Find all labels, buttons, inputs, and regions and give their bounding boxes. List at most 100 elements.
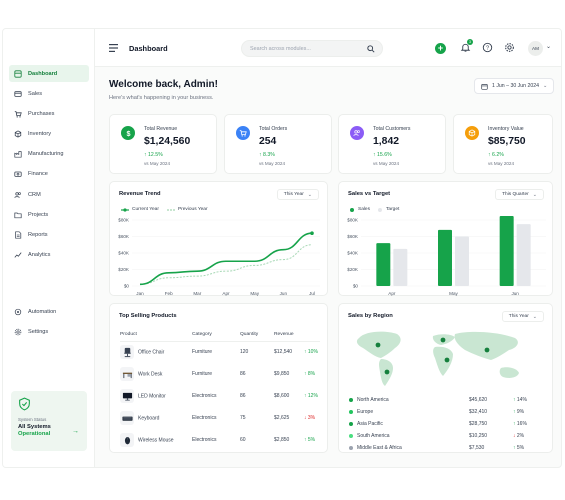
table-row[interactable]: Work Desk Furniture 86 $9,850 ↑ 8% <box>120 363 320 385</box>
x-tick-label: Jun <box>280 291 288 296</box>
app-window: Dashboard Sales Purchases Inventory Manufact… <box>2 28 562 468</box>
region-change-cell: ↑ 14% <box>513 394 545 406</box>
bar-target[interactable] <box>455 236 469 287</box>
region-change: 14% <box>516 397 527 403</box>
bar-sales[interactable] <box>438 229 452 286</box>
region-name: South America <box>357 433 390 439</box>
product-name: Wireless Mouse <box>138 437 174 444</box>
arrow-up-icon: ↑ <box>513 421 516 427</box>
region-name: Asia Pacific <box>357 421 383 427</box>
arrow-right-icon[interactable]: → <box>72 428 79 435</box>
chevron-down-icon[interactable]: ⌄ <box>546 43 551 50</box>
top-products-title: Top Selling Products <box>119 313 177 319</box>
notification-badge: 3 <box>467 39 473 45</box>
sidebar-item-sales[interactable]: Sales <box>9 85 89 102</box>
cart-icon <box>236 126 250 140</box>
table-row[interactable]: Office Chair Furniture 120 $12,540 ↑ 10% <box>120 341 320 363</box>
kpi-card-total-customers[interactable]: Total Customers 1,842 ↑ 15.6% vs May 202… <box>338 114 446 174</box>
bar-target[interactable] <box>393 248 408 286</box>
region-change: 2% <box>516 433 525 439</box>
date-range-picker[interactable]: 1 Jun – 30 Jun 2024 ⌄ <box>474 78 554 94</box>
x-tick-label: Feb <box>165 291 173 296</box>
data-point[interactable] <box>310 231 314 235</box>
sidebar-item-label: CRM <box>28 191 41 198</box>
list-item[interactable]: South America $10,250 ↓ 2% <box>349 430 545 442</box>
sidebar-item-projects[interactable]: Projects <box>9 206 89 223</box>
sidebar-item-analytics[interactable]: Analytics <box>9 247 89 264</box>
region-value: $32,410 <box>469 409 488 415</box>
kpi-card-inventory-value[interactable]: Inventory Value $85,750 ↑ 6.2% vs May 20… <box>453 114 553 174</box>
kpi-card-total-revenue[interactable]: $ Total Revenue $1,24,560 ↑ 12.5% vs May… <box>109 114 217 174</box>
sidebar-item-manufacturing[interactable]: Manufacturing <box>9 146 89 163</box>
desk-icon <box>120 367 134 381</box>
system-status-card[interactable]: System Status All Systems Operational → <box>11 391 87 451</box>
add-new-button[interactable]: + <box>435 43 446 54</box>
sidebar-item-crm[interactable]: CRM <box>9 186 89 203</box>
report-icon <box>15 231 22 239</box>
dashboard-icon <box>14 69 22 78</box>
sales-region-title: Sales by Region <box>348 313 393 319</box>
sidebar-item-reports[interactable]: Reports <box>9 227 89 244</box>
kpi-card-total-orders[interactable]: Total Orders 254 ↑ 8.3% vs May 2024 <box>224 114 332 174</box>
gear-icon[interactable] <box>504 42 515 53</box>
kpi-compare: vs May 2024 <box>373 161 400 166</box>
revenue-cell: $9,850 ↑ 8% <box>274 363 320 385</box>
kpi-change-value: 8.3% <box>263 152 275 158</box>
region-filter-label: This Year <box>508 314 529 319</box>
x-tick-label: Mar <box>193 291 201 296</box>
region-value: $45,620 <box>469 397 488 403</box>
hamburger-menu-icon[interactable] <box>109 44 118 52</box>
list-item[interactable]: Middle East & Africa $7,530 ↑ 5% <box>349 442 545 454</box>
list-item[interactable]: North America $45,620 ↑ 14% <box>349 394 545 406</box>
bar-target[interactable] <box>516 224 531 286</box>
bar-sales[interactable] <box>499 216 514 286</box>
category-cell: Electronics <box>192 437 217 443</box>
region-cell: Asia Pacific <box>349 418 469 430</box>
sidebar-item-dashboard[interactable]: Dashboard <box>9 65 89 82</box>
world-map <box>356 331 519 386</box>
quantity-cell: 86 <box>240 393 246 399</box>
table-row[interactable]: LED Monitor Electronics 86 $8,600 ↑ 12% <box>120 385 320 407</box>
kpi-compare: vs May 2024 <box>488 161 515 166</box>
svg-text:$: $ <box>126 129 130 138</box>
search-icon[interactable] <box>367 45 375 53</box>
region-change-cell: ↑ 5% <box>513 442 545 454</box>
region-change: 9% <box>516 409 525 415</box>
product-name: Work Desk <box>138 371 163 378</box>
revenue-value: $8,600 <box>274 393 290 399</box>
avatar[interactable]: AM <box>528 41 543 56</box>
list-item[interactable]: Asia Pacific $28,750 ↑ 16% <box>349 418 545 430</box>
region-dot <box>349 409 353 414</box>
table-row[interactable]: Keyboard Electronics 75 $2,625 ↓ 3% <box>120 407 320 429</box>
table-row[interactable]: Wireless Mouse Electronics 60 $2,850 ↑ 5% <box>120 429 320 451</box>
search-input[interactable]: Search across modules... <box>241 40 383 57</box>
system-status-title: All Systems <box>18 424 51 430</box>
dollar-icon: $ <box>121 126 135 140</box>
quantity-cell: 75 <box>240 415 246 421</box>
revenue-cell: $8,600 ↑ 12% <box>274 385 320 407</box>
product-name: Keyboard <box>138 415 160 422</box>
arrow-up-icon: ↑ <box>513 409 516 415</box>
sidebar-item-inventory[interactable]: Inventory <box>9 126 89 143</box>
sidebar-item-settings[interactable]: Settings <box>9 323 89 340</box>
bar-sales[interactable] <box>376 243 391 286</box>
region-name: Europe <box>357 409 374 415</box>
region-cell: Middle East & Africa <box>349 442 469 454</box>
help-icon[interactable]: ? <box>482 42 493 53</box>
sidebar-item-purchases[interactable]: Purchases <box>9 105 89 122</box>
arrow-up-icon: ↑ <box>513 397 516 403</box>
sidebar-item-finance[interactable]: Finance <box>9 166 89 183</box>
sidebar-item-automation[interactable]: Automation <box>9 303 89 320</box>
revenue-change: 10% <box>307 349 318 356</box>
list-item[interactable]: Europe $32,410 ↑ 9% <box>349 406 545 418</box>
sales-target-chart: $0 $20K $40K $60K $80K Apr May Jun <box>347 216 546 296</box>
x-tick-label: Apr <box>222 291 230 296</box>
region-dot <box>349 397 353 402</box>
sidebar-item-label: Automation <box>28 308 57 315</box>
region-filter-dropdown[interactable]: This Year ⌄ <box>501 311 544 322</box>
product-cell: Work Desk <box>120 363 192 385</box>
kpi-compare: vs May 2024 <box>144 161 171 166</box>
region-table: North America $45,620 ↑ 14% Europe $32,4… <box>349 394 545 454</box>
keyboard-icon <box>120 411 134 425</box>
kpi-label: Total Orders <box>259 126 288 132</box>
